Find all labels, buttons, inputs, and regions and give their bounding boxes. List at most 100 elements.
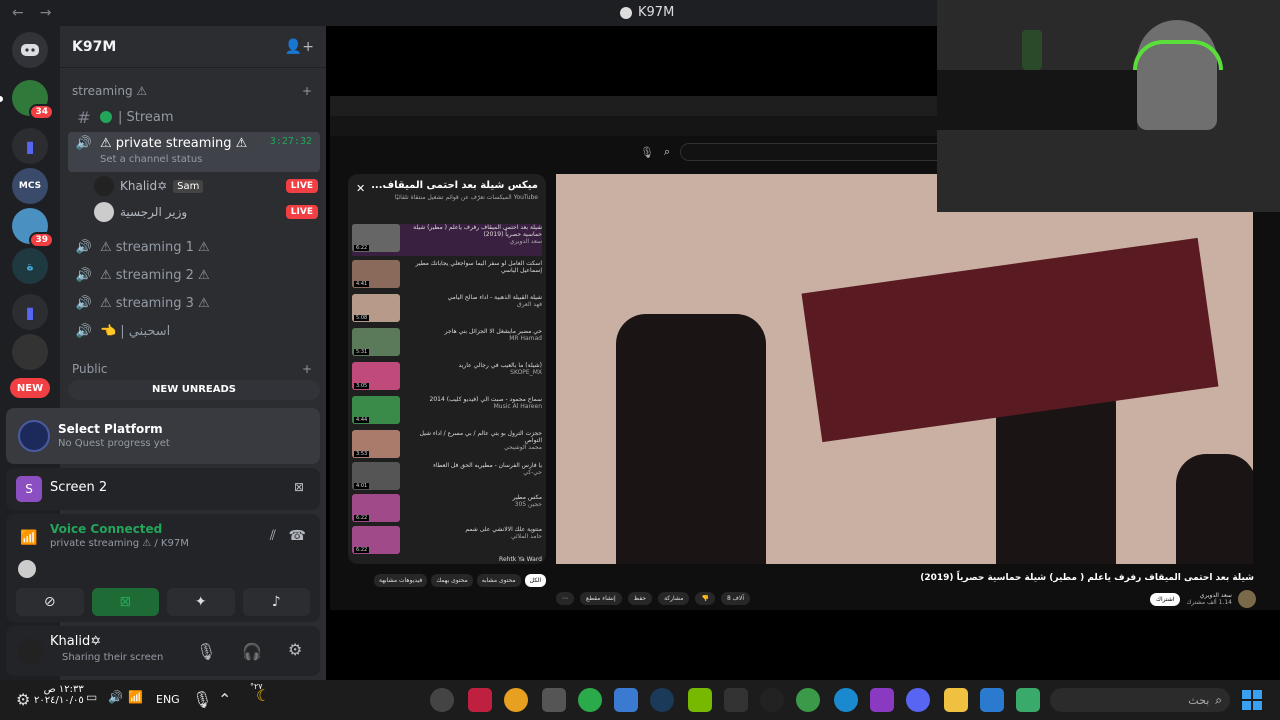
stop-screen-icon[interactable]: ⊠ xyxy=(294,480,304,494)
list-item[interactable]: 6:22 منتوية علك الالانشي على شمم حامد الم… xyxy=(352,526,542,558)
channel-status[interactable]: Set a channel status xyxy=(100,154,202,165)
taskbar-app-icon[interactable] xyxy=(870,688,894,712)
signal-icon[interactable]: 📶 xyxy=(20,530,37,546)
like-button[interactable]: 8 آلاف xyxy=(720,592,750,605)
microphone-icon[interactable]: 🎙 xyxy=(192,690,212,709)
soundboard-button[interactable]: ♪ xyxy=(242,588,310,616)
list-item[interactable]: 4:01 يا فارس الفرسان - مطيريه الحق فل ال… xyxy=(352,462,542,494)
quest-subtitle: No Quest progress yet xyxy=(58,438,170,449)
back-arrow-icon[interactable]: ← xyxy=(12,5,24,21)
chip[interactable]: الكل xyxy=(524,574,547,587)
guild-header[interactable]: K97M 👤+ xyxy=(60,26,326,68)
microphone-icon[interactable]: 🎙 xyxy=(196,642,216,661)
share-button[interactable]: مشاركة xyxy=(658,592,690,605)
taskbar-app-icon[interactable] xyxy=(980,688,1004,712)
discord-home-icon[interactable] xyxy=(12,32,48,68)
dislike-button[interactable]: 👎 xyxy=(695,592,715,605)
taskbar-app-icon[interactable] xyxy=(1016,688,1040,712)
quest-panel[interactable]: Select Platform No Quest progress yet xyxy=(6,408,320,464)
chevron-up-icon[interactable]: ⌃ xyxy=(218,690,231,709)
close-icon[interactable]: ✕ xyxy=(356,182,365,195)
add-channel-icon[interactable]: + xyxy=(302,362,312,376)
discord-icon[interactable] xyxy=(906,688,930,712)
chip[interactable]: محتوى يهمك xyxy=(431,574,473,587)
steam-icon[interactable] xyxy=(650,688,674,712)
noise-suppression-icon[interactable]: ⫽ xyxy=(270,528,276,544)
taskbar-app-icon[interactable] xyxy=(430,688,454,712)
user-avatar[interactable] xyxy=(18,638,44,664)
microphone-icon[interactable]: 🎙 xyxy=(640,146,654,159)
server-folder-icon[interactable]: ▮ xyxy=(12,128,48,164)
list-item[interactable]: 3:53 حجزت الترول بو يتي عالم / بي مسرع /… xyxy=(352,430,542,462)
voice-status[interactable]: Voice Connected xyxy=(50,522,162,536)
list-item[interactable]: 3:05 (شيلة) ما بالعيب في رجالي عاريد SKOP… xyxy=(352,362,542,394)
chip[interactable]: محتوى مشابه xyxy=(476,574,521,587)
taskbar-search[interactable]: بحث ⌕ xyxy=(1050,688,1230,712)
nvidia-icon[interactable] xyxy=(688,688,712,712)
add-channel-icon[interactable]: + xyxy=(302,84,312,98)
channel-stream[interactable]: # | Stream xyxy=(68,104,320,130)
disconnect-icon[interactable]: ☎ xyxy=(289,528,306,544)
user-panel: Khalid✡ Sharing their screen 🎙 🎧 ⚙ xyxy=(6,626,320,676)
language-indicator[interactable]: ENG xyxy=(156,693,180,706)
search-icon[interactable]: ⌕ xyxy=(664,145,670,159)
list-item[interactable]: 5:31 حي مضير مايشغل الا الجزائل بني هاجر… xyxy=(352,328,542,360)
battery-icon[interactable]: ▭ xyxy=(86,690,97,704)
channel-streaming-2[interactable]: 🔊 ⚠ streaming 2 ⚠ xyxy=(68,262,320,288)
settings-icon[interactable]: ⚙ xyxy=(16,690,30,709)
channel-avatar[interactable] xyxy=(1237,590,1256,608)
wifi-icon[interactable]: 📶 xyxy=(128,690,143,704)
list-item[interactable]: Rehtk Ya Ward xyxy=(352,556,542,564)
taskbar-app-icon[interactable] xyxy=(578,688,602,712)
clip-button[interactable]: إنشاء مقطع xyxy=(580,592,622,605)
subscribe-button[interactable]: اشتراك xyxy=(1150,592,1181,606)
more-button[interactable]: ⋯ xyxy=(556,592,574,605)
windows-start-icon[interactable] xyxy=(1242,690,1262,710)
voice-location[interactable]: private streaming ⚠ / K97M xyxy=(50,538,189,549)
taskbar-app-icon[interactable] xyxy=(760,688,784,712)
voice-user[interactable]: وزير الرجسية LIVE xyxy=(94,200,318,224)
server-icon-1[interactable]: 34 xyxy=(12,80,54,120)
edge-icon[interactable] xyxy=(834,688,858,712)
screen-share-button[interactable]: ⊠ xyxy=(91,588,159,616)
list-item[interactable]: 6:22 شيلة بعد احتمى الميقاف رفرف ياعلم (… xyxy=(352,224,542,256)
store-icon[interactable] xyxy=(614,688,638,712)
activities-button[interactable]: ✦ xyxy=(167,588,235,616)
taskbar-app-icon[interactable] xyxy=(468,688,492,712)
chip[interactable]: فيديوهات مشابهة xyxy=(374,574,428,587)
server-icon-2[interactable]: 39 xyxy=(12,208,54,248)
taskbar-app-icon[interactable] xyxy=(724,688,748,712)
camera-off-button[interactable]: ⊘ xyxy=(16,588,84,616)
volume-icon[interactable]: 🔊 xyxy=(108,690,123,704)
list-item[interactable]: 4:41 اسكت العامل لو سفر اليما سواجعلي يج… xyxy=(352,260,542,292)
forward-arrow-icon[interactable]: → xyxy=(40,5,52,21)
channel-streaming-3[interactable]: 🔊 ⚠ streaming 3 ⚠ xyxy=(68,290,320,316)
list-item[interactable]: 4:44 سماح محمود - صبت الي (فيديو كليب) 2… xyxy=(352,396,542,428)
list-item[interactable]: 6:22 مكس مطير حجين 305 xyxy=(352,494,542,526)
channel-private-streaming[interactable]: 🔊 ⚠ private streaming ⚠ 3:27:32 Set a ch… xyxy=(68,132,320,172)
file-explorer-icon[interactable] xyxy=(944,688,968,712)
taskbar-app-icon[interactable] xyxy=(542,688,566,712)
server-icon-4[interactable] xyxy=(12,334,48,370)
taskbar-app-icon[interactable] xyxy=(796,688,820,712)
server-icon-mcs[interactable]: MCS xyxy=(12,168,48,204)
voice-user[interactable]: Khalid✡ Sam LIVE xyxy=(94,174,318,198)
chrome-icon[interactable] xyxy=(504,688,528,712)
category-public[interactable]: Public + xyxy=(72,362,312,376)
new-unreads-pill[interactable]: NEW xyxy=(10,378,50,398)
server-folder-icon-2[interactable]: ▮ xyxy=(12,294,48,330)
category-streaming[interactable]: streaming ⚠ + xyxy=(72,84,312,98)
list-item[interactable]: 5:08 شيلة القبيلة الذهبية - اداء صالح ال… xyxy=(352,294,542,326)
channel-streaming-1[interactable]: 🔊 ⚠ streaming 1 ⚠ xyxy=(68,234,320,260)
user-name[interactable]: Khalid✡ xyxy=(50,634,101,649)
settings-gear-icon[interactable]: ⚙ xyxy=(288,640,302,659)
channel-ashibni[interactable]: 🔊 👈 | اسحبني xyxy=(68,318,320,344)
save-button[interactable]: حفظ xyxy=(627,592,653,605)
video-figure xyxy=(616,314,766,564)
add-member-icon[interactable]: 👤+ xyxy=(285,39,314,55)
headphones-icon[interactable]: 🎧 xyxy=(242,642,262,661)
screen-share-panel[interactable]: S Screen 2 ⊠ xyxy=(6,468,320,510)
clock[interactable]: ١٢:٣٣ ص ٢٠٢٤/١٠/٠٥ xyxy=(34,684,84,706)
new-unreads-bar[interactable]: NEW UNREADS xyxy=(68,380,320,400)
server-icon-3[interactable]: ة xyxy=(12,248,48,284)
